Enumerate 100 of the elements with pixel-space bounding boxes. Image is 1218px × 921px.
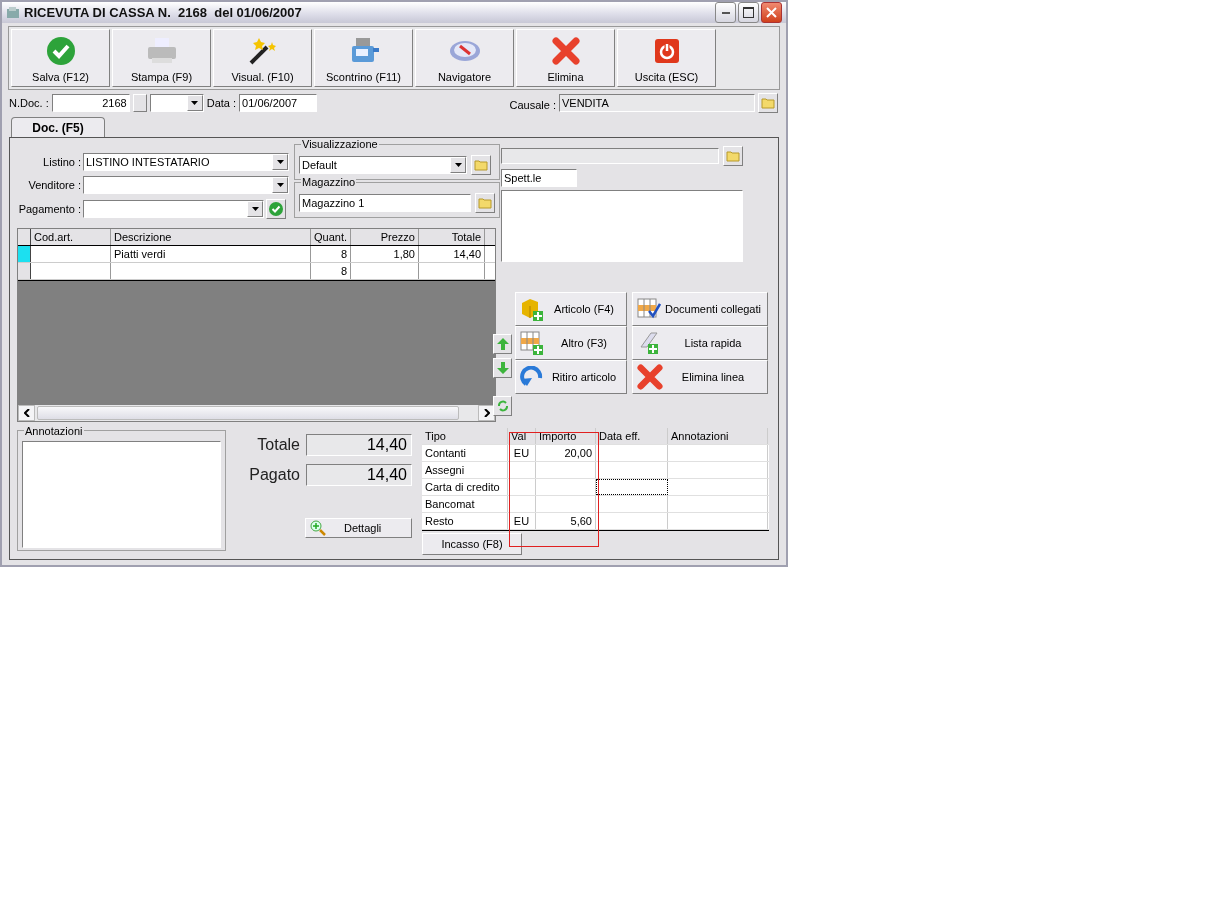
table-cell: Resto [422,513,508,529]
column-header[interactable]: Data eff. [596,428,668,444]
total-label: Pagato [249,466,300,484]
window-title: RICEVUTA DI CASSA N. 2168 del 01/06/2007 [24,5,303,20]
causale-field[interactable]: VENDITA [559,94,755,112]
cube-plus-icon [520,297,544,321]
maximize-button[interactable] [738,2,759,23]
document-number-field[interactable]: 2168 [51,94,130,112]
down-arrow-icon [496,362,509,374]
field-label: Data : [206,97,237,109]
customer-field[interactable] [501,148,719,164]
table-cell: 8 [311,263,351,279]
row-indicator[interactable] [18,263,31,279]
confirm-button[interactable] [266,199,286,219]
action-button[interactable]: Documenti collegati [632,292,768,326]
scroll-left-button[interactable] [18,405,35,421]
up-arrow-icon [496,338,509,350]
toolbar-button[interactable]: Navigatore [415,29,514,87]
listino-dropdown[interactable]: LISTINO INTESTATARIO [83,153,289,171]
field-label: Pagamento : [17,203,81,215]
toolbar-button[interactable]: Visual. (F10) [213,29,312,87]
move-up-button[interactable] [493,334,512,354]
refresh-button[interactable] [493,396,512,416]
pagamento-dropdown[interactable] [83,200,264,218]
undo-arrow-icon [520,366,544,388]
magazzino-field[interactable]: Magazzino 1 [299,194,471,212]
salutation-field[interactable]: Spett.le [501,169,577,187]
magnifier-plus-icon [310,520,326,536]
table-plus-icon [520,331,544,355]
total-value-field: 14,40 [306,434,412,456]
action-button[interactable]: Lista rapida [632,326,768,360]
table-cell: EU [508,513,536,529]
field-label: Listino : [42,156,81,168]
group-title: Annotazioni [24,425,84,437]
table-check-icon [637,298,661,320]
field-label: Causale : [509,99,556,111]
dropdown-button[interactable] [247,201,263,217]
table-cell: Bancomat [422,496,508,512]
date-field[interactable]: 01/06/2007 [239,94,318,112]
caret-icon [251,207,259,211]
visualizzazione-dropdown[interactable]: Default [299,156,467,174]
toolbar-button[interactable]: Salva (F12) [11,29,110,87]
folder-button[interactable] [723,146,743,166]
caret-icon [276,160,284,164]
printer-icon [145,36,178,66]
venditore-dropdown[interactable] [83,176,289,194]
action-button[interactable]: Ritiro articolo [515,360,627,394]
horizontal-scrollbar[interactable] [18,405,495,421]
details-button[interactable]: Dettagli [305,518,412,538]
toolbar-button[interactable]: Scontrino (F11) [314,29,413,87]
minimize-button[interactable] [715,2,736,23]
small-button[interactable] [132,94,147,112]
dropdown-button[interactable] [272,154,288,170]
dropdown-button[interactable] [272,177,288,193]
column-header[interactable]: Importo [536,428,596,444]
toolbar-button[interactable]: Stampa (F9) [112,29,211,87]
column-header[interactable]: Totale [419,229,485,245]
power-icon [654,39,679,63]
action-button[interactable]: Altro (F3) [515,326,627,360]
close-button[interactable] [761,2,782,23]
column-header[interactable]: Quant. [311,229,351,245]
action-button[interactable]: Articolo (F4) [515,292,627,326]
action-button[interactable]: Elimina linea [632,360,768,394]
column-header[interactable]: Tipo [422,428,508,444]
table-cell: Contanti [422,445,508,461]
scroll-right-button[interactable] [478,405,495,421]
table-cell: 5,60 [536,513,596,529]
toolbar-button[interactable]: Uscita (ESC) [617,29,716,87]
series-dropdown[interactable] [149,94,204,112]
table-cell: 14,40 [419,246,485,262]
column-header[interactable]: Annotazioni [668,428,768,444]
incasso-button[interactable]: Incasso (F8) [422,533,522,555]
notes-field[interactable] [22,441,221,548]
column-header[interactable]: Prezzo [351,229,419,245]
dropdown-button[interactable] [450,157,466,173]
table-cell [596,479,668,495]
folder-button[interactable] [471,155,491,175]
toolbar-button[interactable]: Elimina [516,29,615,87]
tab[interactable]: Doc. (F5) [11,117,105,137]
column-header[interactable]: Descrizione [111,229,311,245]
table-cell: EU [508,445,536,461]
caret-icon [191,101,199,105]
folder-icon [474,159,488,171]
refresh-arrows-icon [496,400,509,412]
folder-button[interactable] [758,93,778,113]
table-cell: 1,80 [351,246,419,262]
dropdown-button[interactable] [186,95,203,111]
folder-icon [726,150,740,162]
minimize-icon [721,11,730,14]
folder-button[interactable] [475,193,495,213]
column-header[interactable]: Cod.art. [31,229,111,245]
caret-icon [454,163,462,167]
table-cell: Assegni [422,462,508,478]
total-label: Totale [257,436,300,454]
row-indicator[interactable] [18,246,31,262]
maximize-icon [743,7,754,18]
field-label: N.Doc. : [9,97,49,109]
move-down-button[interactable] [493,358,512,378]
field-label: Venditore : [27,179,81,191]
folder-icon [761,97,775,109]
